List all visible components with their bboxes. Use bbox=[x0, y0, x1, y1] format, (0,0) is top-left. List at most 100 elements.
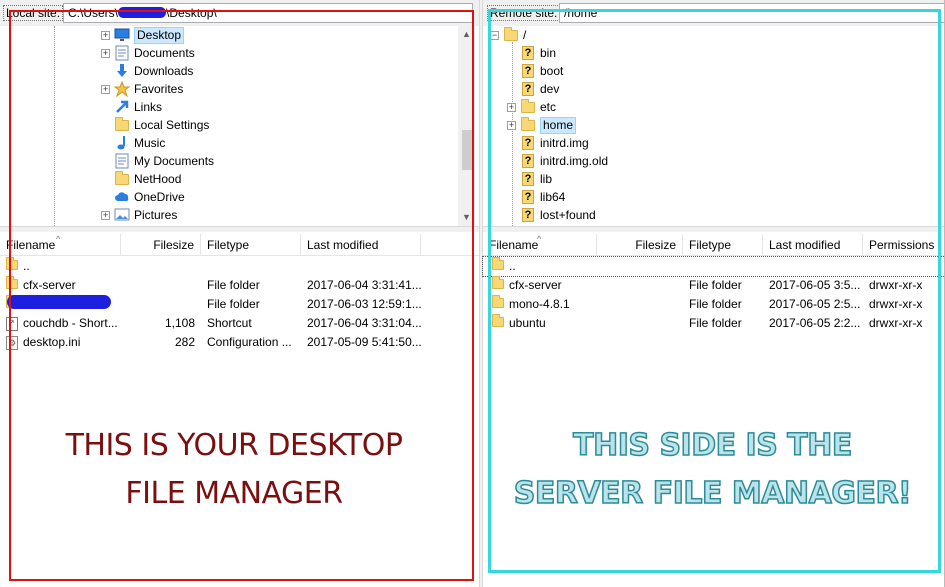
expand-icon[interactable]: + bbox=[507, 120, 516, 130]
cell-text: couchdb - Short... bbox=[23, 316, 118, 330]
tree-item[interactable]: Links bbox=[101, 98, 162, 116]
column-filetype[interactable]: Filetype bbox=[201, 234, 301, 256]
cell-modified: 2017-06-04 3:31:41... bbox=[301, 276, 436, 295]
cell-text: File folder bbox=[207, 278, 260, 292]
column-last-modified[interactable]: Last modified bbox=[763, 234, 863, 256]
tree-item-label: Music bbox=[134, 136, 166, 150]
tree-item[interactable]: + Pictures bbox=[101, 206, 177, 224]
tree-item[interactable]: ? lib bbox=[507, 170, 552, 188]
remote-site-label: Remote site: bbox=[487, 5, 561, 21]
remote-directory-tree[interactable]: − / ? bin? boot? dev + etc + home? initrd.img? in… bbox=[483, 26, 945, 226]
tree-item[interactable]: ? initrd.img bbox=[507, 134, 589, 152]
local-splitter[interactable] bbox=[0, 226, 479, 232]
column-filetype[interactable]: Filetype bbox=[683, 234, 763, 256]
tree-item-label: My Documents bbox=[134, 154, 215, 168]
file-row[interactable]: cfx-server File folder 2017-06-04 3:31:41.… bbox=[0, 276, 479, 295]
tree-item[interactable]: OneDrive bbox=[101, 188, 185, 206]
tree-item-label: initrd.img.old bbox=[540, 154, 609, 168]
cell-type: Configuration ... bbox=[201, 333, 301, 352]
tree-root[interactable]: − / bbox=[490, 26, 526, 44]
cell-text: 2017-06-04 3:31:41... bbox=[307, 278, 422, 292]
folder-icon bbox=[520, 98, 536, 115]
tree-guide-line bbox=[54, 26, 55, 226]
expand-icon[interactable]: + bbox=[101, 210, 110, 220]
unknown-folder-icon: ? bbox=[520, 45, 536, 61]
cell-modified: 2017-06-04 3:31:04... bbox=[301, 314, 436, 333]
tree-item[interactable]: Music bbox=[101, 134, 165, 152]
tree-item[interactable]: + home bbox=[507, 116, 577, 134]
expand-icon[interactable]: + bbox=[101, 84, 110, 94]
column-last-modified[interactable]: Last modified bbox=[301, 234, 421, 256]
tree-item[interactable]: NetHood bbox=[101, 170, 181, 188]
cell-text: .. bbox=[509, 259, 516, 273]
cell-text: mono-4.8.1 bbox=[509, 297, 570, 311]
expand-icon[interactable]: + bbox=[507, 102, 516, 112]
remote-caption-line-1: THIS SIDE IS THE bbox=[572, 427, 853, 464]
folder-icon bbox=[114, 170, 130, 187]
pictures-icon bbox=[114, 207, 130, 223]
folder-icon bbox=[492, 276, 504, 295]
column-filesize[interactable]: Filesize bbox=[597, 234, 683, 256]
local-path-input[interactable]: C:\Users\ \Desktop\ bbox=[63, 3, 473, 23]
tree-item[interactable]: ? bin bbox=[507, 44, 556, 62]
column-filename[interactable]: ^ Filename bbox=[0, 234, 121, 256]
folder-icon bbox=[492, 257, 504, 276]
file-row[interactable]: ubuntu File folder 2017-06-05 2:2... drwxr-… bbox=[483, 314, 945, 333]
cell-text: cfx-server bbox=[23, 278, 76, 292]
column-filename[interactable]: ^ Filename bbox=[483, 234, 597, 256]
file-row[interactable]: .. bbox=[0, 257, 479, 276]
file-row[interactable]: couchdb - Short... 1,108 Shortcut 2017-06-0… bbox=[0, 314, 479, 333]
file-row[interactable]: cfx-server File folder 2017-06-05 3:5... dr… bbox=[483, 276, 945, 295]
expand-icon[interactable]: + bbox=[101, 48, 110, 58]
remote-splitter[interactable] bbox=[483, 226, 945, 232]
tree-item[interactable]: ? boot bbox=[507, 62, 563, 80]
file-row[interactable]: .. bbox=[482, 256, 945, 277]
tree-item[interactable]: Downloads bbox=[101, 62, 193, 80]
cell-text: ubuntu bbox=[509, 316, 546, 330]
tree-item[interactable]: ? lost+found bbox=[507, 206, 596, 224]
local-tree-scrollbar[interactable]: ▲ ▼ bbox=[458, 26, 475, 226]
scroll-thumb[interactable] bbox=[462, 130, 472, 170]
tree-item-label: Links bbox=[134, 100, 163, 114]
cell-text: 282 bbox=[174, 335, 195, 349]
remote-path-input[interactable]: /home bbox=[559, 3, 945, 23]
column-filesize[interactable]: Filesize bbox=[121, 234, 201, 256]
scroll-up-arrow-icon[interactable]: ▲ bbox=[458, 26, 475, 43]
shortcut-icon bbox=[6, 316, 18, 331]
cell-text: 1,108 bbox=[164, 316, 195, 330]
tree-item[interactable]: ? lib64 bbox=[507, 188, 565, 206]
tree-item[interactable]: ? initrd.img.old bbox=[507, 152, 608, 170]
cell-text: Configuration ... bbox=[207, 335, 292, 349]
tree-item-label: lost+found bbox=[540, 208, 596, 222]
cell-perms: drwxr-xr-x bbox=[863, 295, 945, 314]
settings-file-icon: ⚙ bbox=[6, 335, 18, 350]
column-permissions[interactable]: Permissions bbox=[863, 234, 945, 256]
folder-icon bbox=[492, 314, 504, 333]
local-directory-tree[interactable]: + Desktop + Documents Downloads + Favorites Lin… bbox=[0, 26, 462, 226]
tree-item[interactable]: ? dev bbox=[507, 80, 559, 98]
tree-item[interactable]: + etc bbox=[507, 98, 556, 116]
file-row[interactable]: mono-4.8.1 File folder 2017-06-05 2:5... dr… bbox=[483, 295, 945, 314]
scroll-down-arrow-icon[interactable]: ▼ bbox=[458, 209, 475, 226]
unknown-folder-icon: ? bbox=[520, 81, 536, 97]
file-row[interactable]: ⚙ desktop.ini 282 Configuration ... 2017-05-… bbox=[0, 333, 479, 352]
tree-item[interactable]: My Documents bbox=[101, 152, 214, 170]
local-caption: THIS IS YOUR DESKTOP FILE MANAGER bbox=[14, 422, 454, 518]
tree-item[interactable]: + Favorites bbox=[101, 80, 183, 98]
folder-icon bbox=[6, 257, 18, 276]
tree-item-label: initrd.img bbox=[540, 136, 589, 150]
cell-name: cfx-server bbox=[0, 276, 121, 295]
cell-modified: 2017-06-05 2:2... bbox=[763, 314, 863, 333]
tree-item-label: Desktop bbox=[134, 26, 185, 44]
documents-icon bbox=[114, 45, 130, 61]
cell-name: .. bbox=[0, 257, 121, 276]
unknown-folder-icon: ? bbox=[520, 207, 536, 223]
cell-type: File folder bbox=[683, 295, 763, 314]
tree-item[interactable]: + Documents bbox=[101, 44, 195, 62]
tree-item-label: Pictures bbox=[134, 208, 178, 222]
expand-icon[interactable]: + bbox=[101, 30, 110, 40]
tree-item[interactable]: + Desktop bbox=[101, 26, 185, 44]
unknown-folder-icon: ? bbox=[520, 63, 536, 79]
tree-item[interactable]: Local Settings bbox=[101, 116, 209, 134]
collapse-icon[interactable]: − bbox=[490, 30, 499, 40]
